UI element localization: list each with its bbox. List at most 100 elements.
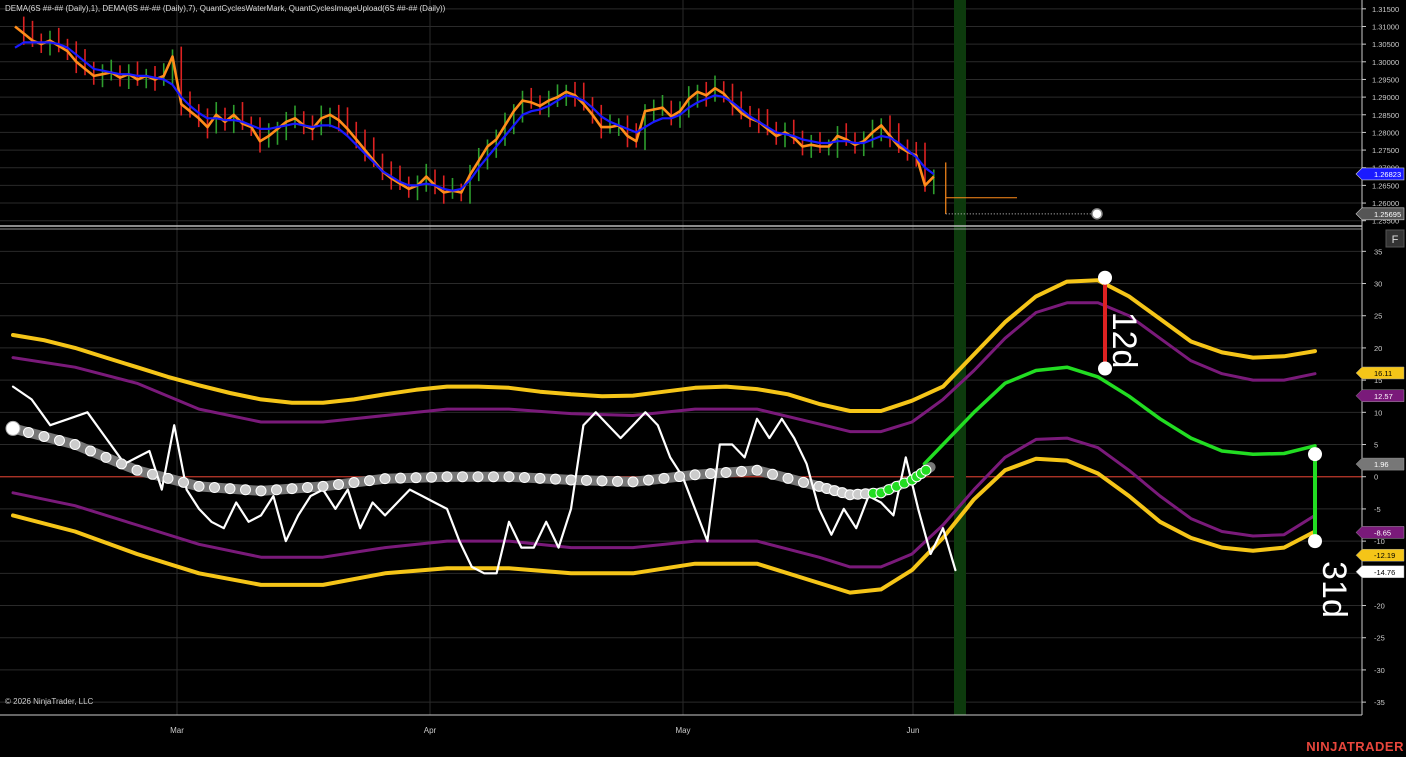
x-tick-label: May <box>675 726 690 735</box>
cycle-dot <box>534 472 546 484</box>
panel-f-button[interactable]: F <box>1385 229 1405 248</box>
cycle-value-label: 16.11 <box>1374 369 1392 378</box>
price-tick-label: 1.28000 <box>1372 128 1399 137</box>
cycle-dot <box>410 472 422 484</box>
cycle-dot <box>23 426 34 438</box>
cycle-dot <box>162 472 174 484</box>
cycle-dot <box>550 473 561 485</box>
cycle-tick-label: 20 <box>1374 344 1382 353</box>
cycle-tick-label: -30 <box>1374 666 1385 675</box>
cycle-dot <box>209 482 220 494</box>
cycle-dot <box>348 477 360 489</box>
price-tick-label: 1.29000 <box>1372 93 1399 102</box>
price-tick-label: 1.26500 <box>1372 181 1399 190</box>
cycle-marker-handle[interactable] <box>1098 270 1112 285</box>
cycle-dot <box>798 476 809 488</box>
cycle-tick-label: -25 <box>1374 634 1385 643</box>
cycle-dot <box>658 472 670 484</box>
current-bar-highlight <box>954 0 966 715</box>
cycle-dot <box>426 471 437 483</box>
copyright-label: © 2026 NinjaTrader, LLC <box>5 697 94 706</box>
x-tick-label: Mar <box>170 726 184 735</box>
price-tick-label: 1.26000 <box>1372 199 1399 208</box>
cycle-length-label: 12d <box>1105 312 1143 369</box>
price-marker-label: 1.26823 <box>1374 170 1401 179</box>
cycle-dot <box>240 484 251 496</box>
cycle-dot <box>147 468 158 480</box>
x-tick-label: Apr <box>424 726 437 735</box>
cycle-dot <box>581 474 592 486</box>
x-tick-label: Jun <box>907 726 920 735</box>
cycle-value-label: 1.96 <box>1374 460 1389 469</box>
cycle-dot <box>488 471 499 483</box>
cycle-dot <box>920 464 932 476</box>
price-tick-label: 1.29500 <box>1372 75 1399 84</box>
cycle-value-label: 12.57 <box>1374 392 1393 401</box>
cycle-tick-label: 0 <box>1374 473 1378 482</box>
cycle-dot <box>519 472 530 484</box>
price-tick-label: 1.27500 <box>1372 146 1399 155</box>
cycle-tick-label: 5 <box>1374 441 1378 450</box>
cycle-dot <box>736 465 747 477</box>
cycle-dot <box>720 467 732 479</box>
cycle-dot <box>441 471 453 483</box>
price-tick-label: 1.31500 <box>1372 5 1399 14</box>
cycle-dot <box>503 471 515 483</box>
cycle-value-label: -14.76 <box>1374 568 1395 577</box>
cycle-dot <box>286 483 298 495</box>
cycle-tick-label: 30 <box>1374 280 1382 289</box>
cycle-dot <box>255 485 267 497</box>
cycle-dot <box>472 471 484 483</box>
ninjatrader-chart[interactable]: 12d 31d 1.31500 1.31000 1.30500 1.30000 1.295… <box>0 0 1406 757</box>
cycle-start-handle[interactable] <box>5 420 21 436</box>
indicators-label: DEMA(6S ##-## (Daily),1), DEMA(6S ##-## … <box>5 4 446 13</box>
cycle-dot <box>116 458 127 470</box>
cycle-marker-handle[interactable] <box>1308 447 1322 462</box>
price-tick-label: 1.31000 <box>1372 22 1399 31</box>
price-tick-label: 1.30500 <box>1372 40 1399 49</box>
cycle-tick-label: -20 <box>1374 602 1385 611</box>
cycle-dot <box>333 478 344 490</box>
cycle-tick-label: 10 <box>1374 408 1382 417</box>
cycle-dot <box>317 480 329 492</box>
cycle-dot <box>69 439 81 451</box>
price-tick-label: 1.30000 <box>1372 58 1399 67</box>
cycle-tick-label: 25 <box>1374 312 1382 321</box>
cycle-length-label: 31d <box>1315 561 1353 618</box>
cycle-dot <box>565 474 577 486</box>
cycle-dot <box>178 476 189 488</box>
cycle-marker-handle[interactable] <box>1308 534 1322 549</box>
cycle-dot <box>751 464 763 476</box>
cycle-dot <box>395 472 406 484</box>
price-drag-handle[interactable] <box>1091 208 1103 220</box>
cycle-tick-label: -35 <box>1374 698 1385 707</box>
cycle-dot <box>767 468 778 480</box>
panel-f-button-label: F <box>1392 234 1399 246</box>
cycle-dot <box>643 474 654 486</box>
cycle-dot <box>224 483 236 495</box>
cycle-dot <box>54 434 65 446</box>
price-marker-label: 1.25695 <box>1374 210 1401 219</box>
cycle-dot <box>596 475 608 487</box>
cycle-dot <box>379 473 391 485</box>
cycle-dot <box>271 484 282 496</box>
cycle-dot <box>689 469 701 481</box>
cycle-dot <box>100 451 112 463</box>
cycle-dot <box>674 471 685 483</box>
cycle-tick-label: 35 <box>1374 247 1382 256</box>
cycle-dot <box>627 476 639 488</box>
ninjatrader-brand: NINJATRADER <box>1306 739 1404 754</box>
cycle-dot <box>302 482 313 494</box>
cycle-dot <box>612 475 623 487</box>
cycle-dot <box>364 475 375 487</box>
cycle-dot <box>457 471 468 483</box>
cycle-dot <box>38 430 50 442</box>
price-tick-label: 1.28500 <box>1372 111 1399 120</box>
cycle-dot <box>131 464 143 476</box>
cycle-value-label: -8.65 <box>1374 528 1391 537</box>
cycle-value-label: -12.19 <box>1374 551 1395 560</box>
cycle-dot <box>193 480 205 492</box>
cycle-tick-label: -5 <box>1374 505 1381 514</box>
cycle-dot <box>705 468 716 480</box>
cycle-dot <box>782 472 794 484</box>
